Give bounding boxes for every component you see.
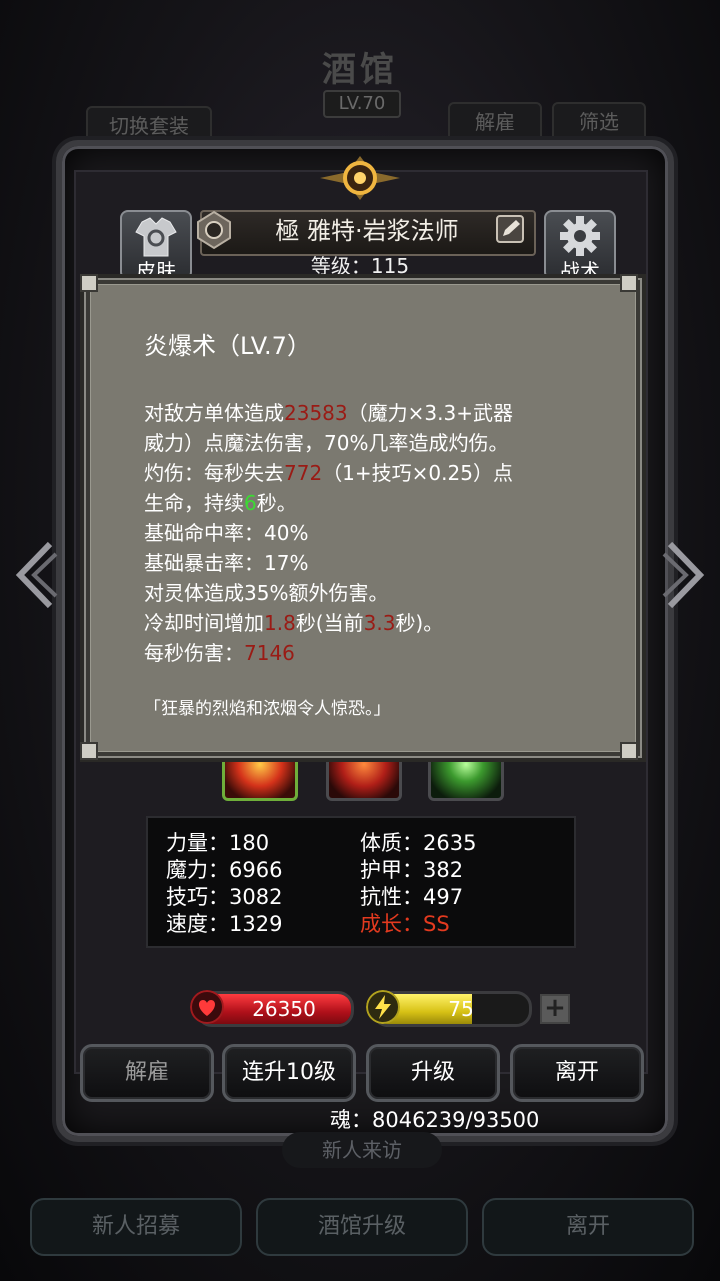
- soul-counter: 魂：8046239/93500: [330, 1108, 540, 1132]
- new-visitor-button[interactable]: 新人来访: [282, 1132, 442, 1168]
- bottom-leave-button[interactable]: 离开: [482, 1198, 694, 1256]
- skill-description-segment: 772: [284, 461, 323, 485]
- skill-description-segment: 6: [244, 491, 257, 515]
- tactics-button[interactable]: 战术: [544, 210, 616, 283]
- tooltip-corner: [620, 742, 638, 760]
- skill-description-line: 每秒伤害：7146: [144, 638, 513, 668]
- skill-description-segment: （1+技巧×0.25）点: [322, 461, 513, 485]
- skill-description-segment: 基础命中率：40%: [144, 521, 309, 545]
- skill-description-segment: 对灵体造成35%额外伤害。: [144, 581, 389, 605]
- skin-button[interactable]: 皮肤: [120, 210, 192, 283]
- stat-magic: 魔力：6966: [166, 858, 283, 882]
- hero-name: 極 雅特·岩浆法师: [275, 217, 459, 245]
- skill-description-line: 灼伤：每秒失去772（1+技巧×0.25）点: [144, 458, 513, 488]
- skill-description-line: 威力）点魔法伤害，70%几率造成灼伤。: [144, 428, 513, 458]
- gem-icon: [197, 210, 231, 250]
- stat-resistance: 抗性：497: [360, 885, 464, 909]
- skill-description-segment: 威力）点魔法伤害，70%几率造成灼伤。: [144, 431, 509, 455]
- emblem-icon: [320, 156, 400, 200]
- lightning-icon: [366, 990, 400, 1024]
- skill-description-segment: 7146: [244, 641, 295, 665]
- skill-description-segment: 秒)。: [395, 611, 444, 635]
- stat-armor: 护甲：382: [360, 858, 464, 882]
- skill-quote: 「狂暴的烈焰和浓烟令人惊恐。」: [144, 699, 391, 719]
- dismiss-button[interactable]: 解雇: [80, 1044, 214, 1102]
- tooltip-corner: [80, 742, 98, 760]
- stat-growth: 成长：SS: [360, 912, 450, 936]
- skill-description-line: 对敌方单体造成23583（魔力×3.3+武器: [144, 398, 513, 428]
- skill-description-line: 基础暴击率：17%: [144, 548, 513, 578]
- stat-strength: 力量：180: [166, 831, 270, 855]
- tavern-title: 酒馆: [322, 50, 398, 90]
- skill-description-segment: （魔力×3.3+武器: [347, 401, 513, 425]
- skill-description-segment: 每秒伤害：: [144, 641, 244, 665]
- skill-slot-1[interactable]: [222, 756, 298, 801]
- skill-description-segment: 1.8: [264, 611, 296, 635]
- skill-description-segment: 3.3: [363, 611, 396, 635]
- plus-icon[interactable]: +: [540, 994, 570, 1024]
- hero-level: 等级：115: [310, 254, 410, 278]
- skill-description-line: 冷却时间增加1.8秒(当前3.3秒)。: [144, 608, 513, 638]
- skill-description-segment: 灼伤：每秒失去: [144, 461, 284, 485]
- skill-description-line: 生命，持续6秒。: [144, 488, 513, 518]
- tooltip-corner: [80, 274, 98, 292]
- bg-dismiss-button[interactable]: 解雇: [448, 102, 542, 142]
- skill-slot-3[interactable]: [428, 756, 504, 801]
- skill-description-segment: 秒(当前: [295, 611, 364, 635]
- recruit-button[interactable]: 新人招募: [30, 1198, 242, 1256]
- skill-title: 炎爆术（LV.7）: [144, 332, 311, 360]
- chevron-left-icon[interactable]: [10, 540, 60, 610]
- skill-description: 对敌方单体造成23583（魔力×3.3+武器威力）点魔法伤害，70%几率造成灼伤…: [144, 398, 513, 668]
- skill-description-segment: 基础暴击率：17%: [144, 551, 309, 575]
- skill-description-segment: 23583: [284, 401, 348, 425]
- stat-skill: 技巧：3082: [166, 885, 283, 909]
- tavern-upgrade-button[interactable]: 酒馆升级: [256, 1198, 468, 1256]
- skill-description-segment: 对敌方单体造成: [144, 401, 284, 425]
- skill-description-segment: 秒。: [256, 491, 297, 515]
- level-up-10-button[interactable]: 连升10级: [222, 1044, 356, 1102]
- level-up-button[interactable]: 升级: [366, 1044, 500, 1102]
- skill-description-segment: 冷却时间增加: [144, 611, 264, 635]
- skill-description-line: 基础命中率：40%: [144, 518, 513, 548]
- stat-constitution: 体质：2635: [360, 831, 477, 855]
- tooltip-corner: [620, 274, 638, 292]
- edit-icon[interactable]: [494, 212, 528, 248]
- skill-slot-2[interactable]: [326, 756, 402, 801]
- skill-description-segment: 生命，持续: [144, 491, 244, 515]
- skill-description-line: 对灵体造成35%额外伤害。: [144, 578, 513, 608]
- chevron-right-icon[interactable]: [660, 540, 710, 610]
- bg-filter-button[interactable]: 筛选: [552, 102, 646, 142]
- leave-button[interactable]: 离开: [510, 1044, 644, 1102]
- tavern-level: LV.70: [323, 90, 401, 118]
- heart-icon: [190, 990, 224, 1024]
- stat-speed: 速度：1329: [166, 912, 283, 936]
